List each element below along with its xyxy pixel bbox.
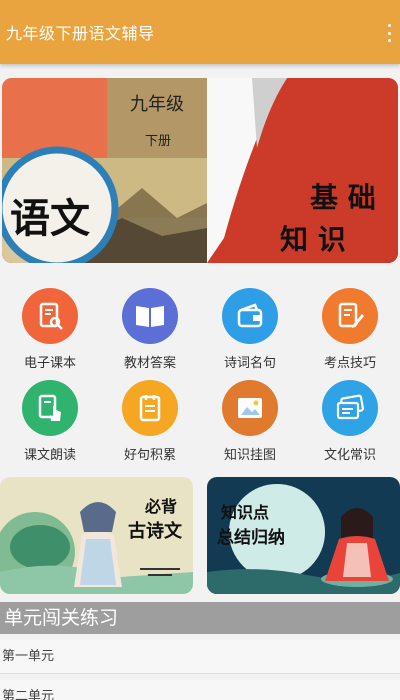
grid-item-label: 教材答案 xyxy=(123,356,176,371)
cards-icon xyxy=(322,380,378,436)
open-book-icon xyxy=(122,288,178,344)
card-must-recite-poems[interactable]: 必背 古诗文 xyxy=(0,477,193,594)
app-bar: 九年级下册语文辅导 xyxy=(0,0,400,64)
grid-item-culture[interactable]: 文化常识 xyxy=(300,376,400,464)
ebook-icon xyxy=(22,288,78,344)
book-grade-label: 九年级 xyxy=(130,94,184,115)
book-volume-label: 下册 xyxy=(145,134,172,149)
picture-icon xyxy=(222,380,278,436)
grid-item-ebook[interactable]: 电子课本 xyxy=(0,284,100,372)
card-title-line2: 总结归纳 xyxy=(217,528,285,548)
grid-item-sentences[interactable]: 好句积累 xyxy=(100,376,200,464)
list-item-unit-1[interactable]: 第一单元 xyxy=(0,640,400,674)
grid-item-poems[interactable]: 诗词名句 xyxy=(200,284,300,372)
card-title-line1: 知识点 xyxy=(221,503,270,522)
subject-title: 语文 xyxy=(10,195,90,242)
card-title-line1: 必背 xyxy=(145,497,178,516)
list-item-unit-2[interactable]: 第二单元 xyxy=(0,680,400,700)
grid-item-exam-tips[interactable]: 考点技巧 xyxy=(300,284,400,372)
grid-item-label: 文化常识 xyxy=(323,448,376,463)
grid-item-charts[interactable]: 知识挂图 xyxy=(200,376,300,464)
touch-document-icon xyxy=(22,380,78,436)
overflow-menu-icon[interactable] xyxy=(384,24,394,42)
grid-item-label: 诗词名句 xyxy=(223,356,276,371)
hero-banner[interactable]: 九年级 下册 语文 基 础 知 识 xyxy=(2,78,398,263)
grid-item-label: 电子课本 xyxy=(23,356,76,371)
grid-item-label: 知识挂图 xyxy=(223,448,276,463)
wallet-icon xyxy=(222,288,278,344)
banner-caption-line1: 基 础 xyxy=(310,181,376,214)
grid-item-label: 好句积累 xyxy=(123,448,176,463)
app-title: 九年级下册语文辅导 xyxy=(6,24,155,43)
banner-caption-line2: 知 识 xyxy=(280,223,346,256)
section-header-unit-practice: 单元闯关练习 xyxy=(0,602,400,634)
grid-item-label: 考点技巧 xyxy=(323,356,376,371)
grid-item-label: 课文朗读 xyxy=(23,448,76,463)
edit-note-icon xyxy=(322,288,378,344)
notes-icon xyxy=(122,380,178,436)
card-knowledge-summary[interactable]: 知识点 总结归纳 xyxy=(207,477,400,594)
grid-item-reading[interactable]: 课文朗读 xyxy=(0,376,100,464)
grid-item-textbook-answers[interactable]: 教材答案 xyxy=(100,284,200,372)
card-title-line2: 古诗文 xyxy=(128,521,182,542)
